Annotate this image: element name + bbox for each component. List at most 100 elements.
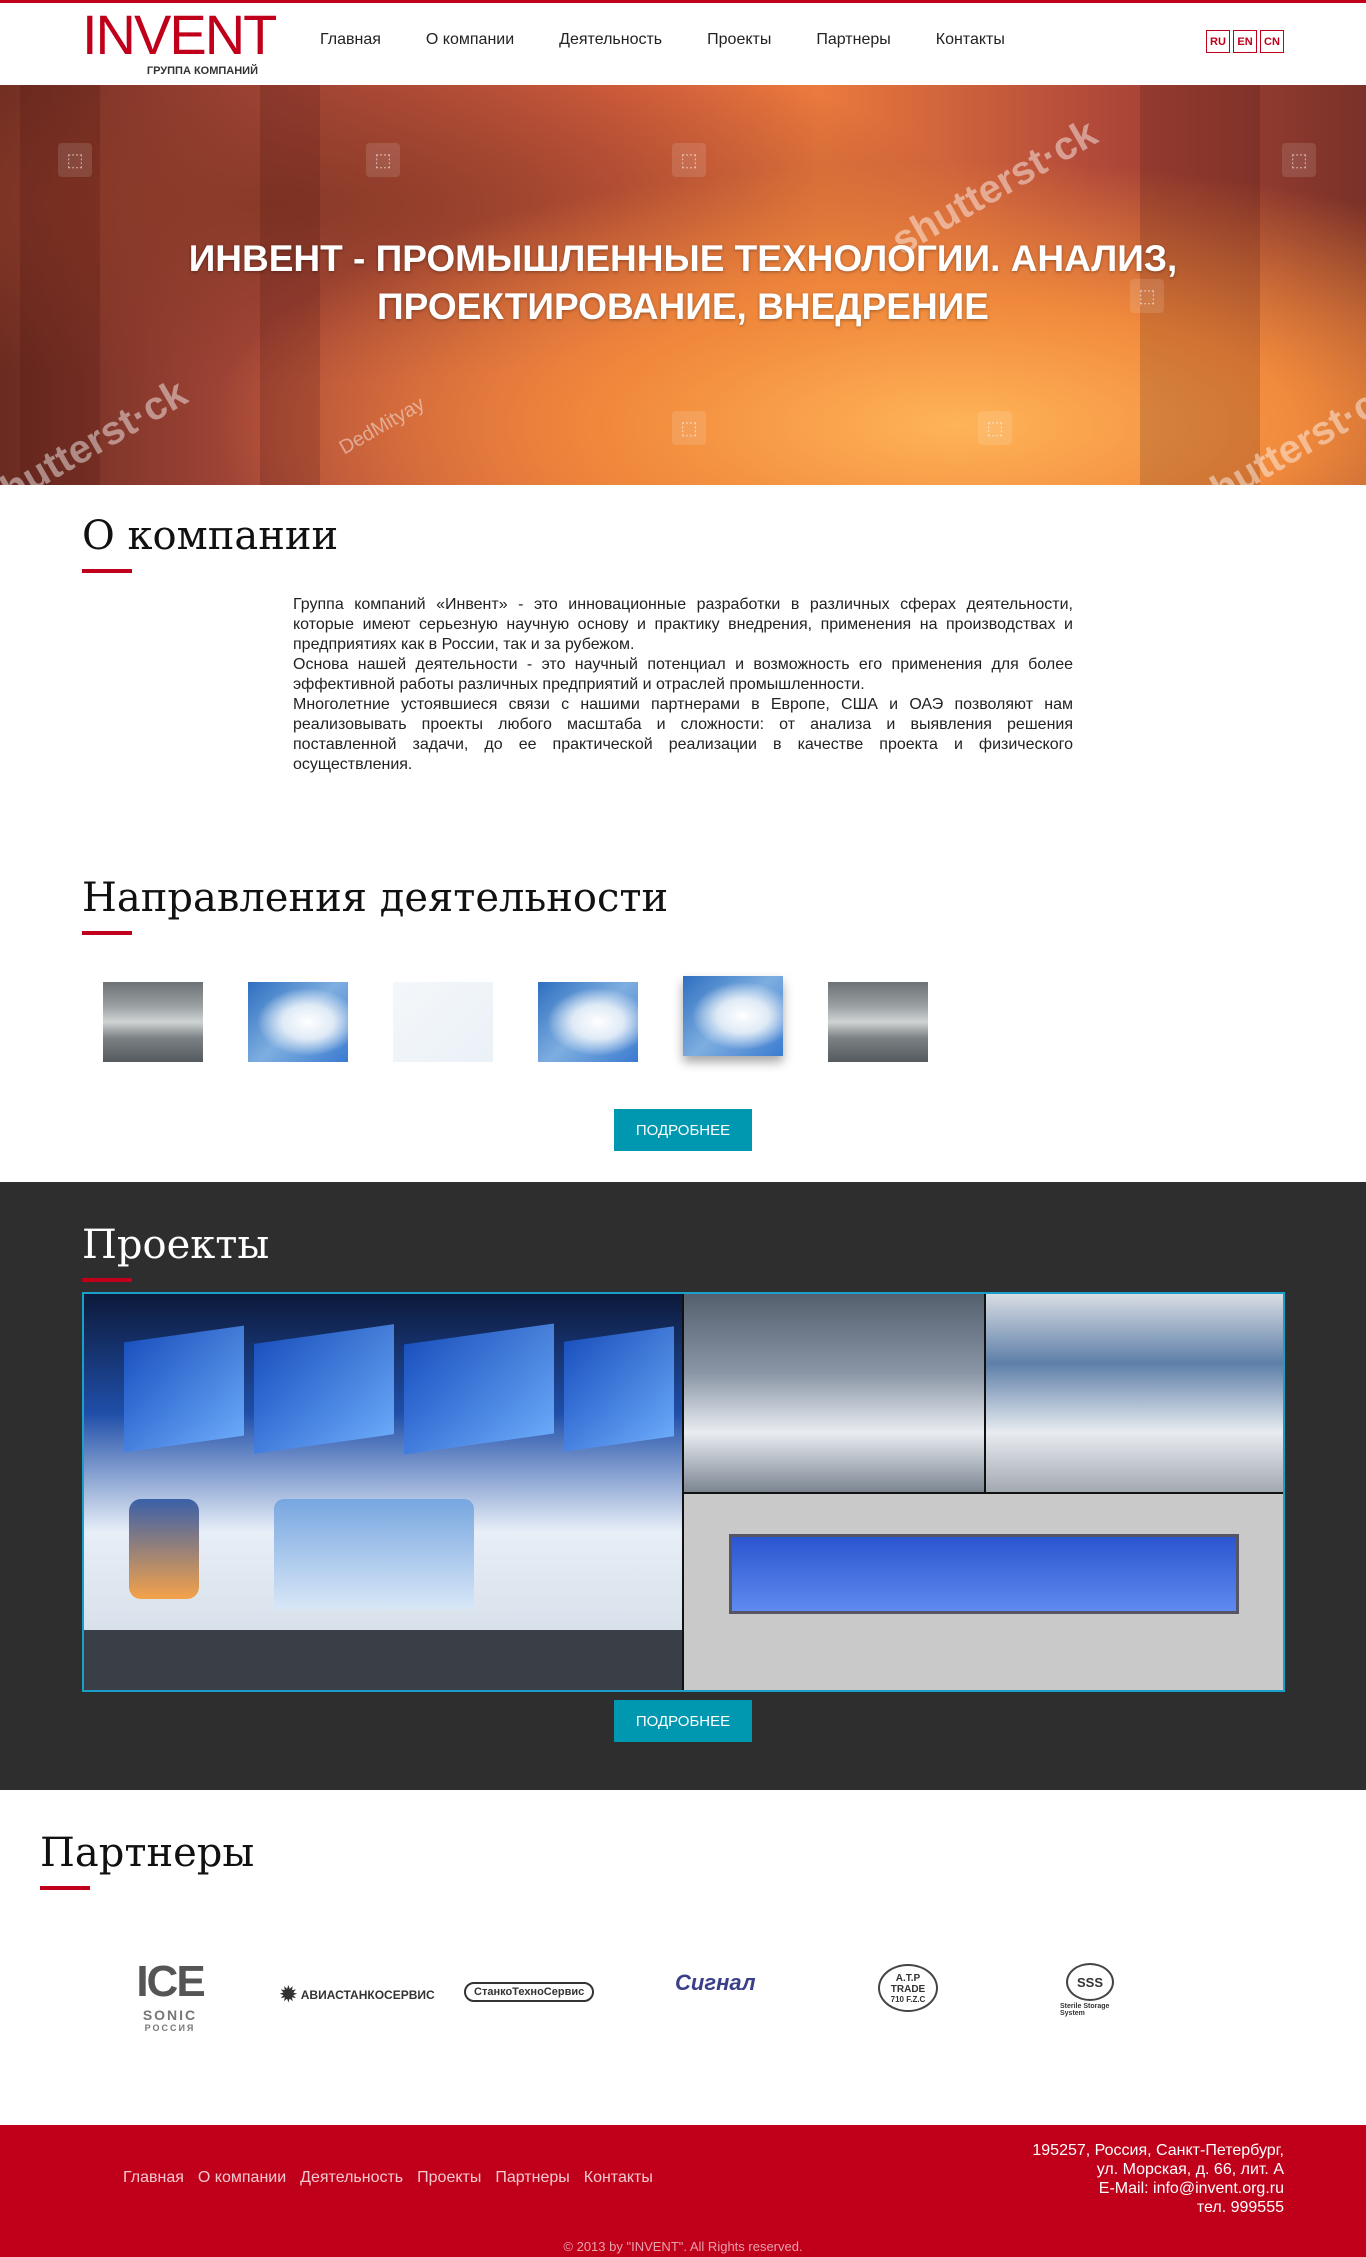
footer-nav: Главная О компании Деятельность Проекты … [123,2169,653,2187]
section-title: Партнеры [40,1830,255,1876]
footer-nav-contacts[interactable]: Контакты [584,2169,653,2187]
title-underline [82,1278,132,1282]
directions-section: Направления деятельности ПОДРОБНЕЕ [0,865,1366,1182]
partners-heading: Партнеры [40,1830,254,1890]
partner-logo-text: ICE [136,1957,205,2006]
directions-thumbnails [103,976,928,1062]
direction-thumbnail-active[interactable] [683,976,783,1056]
partner-logo-text: Сигнал [675,1970,756,1995]
booth-panel [124,1325,244,1453]
partner-logo-text: TRADE [890,1983,926,1995]
about-section: О компании Группа компаний «Инвент» - эт… [0,485,1366,865]
section-title: О компании [82,513,339,559]
project-image-thumb[interactable] [986,1294,1283,1492]
project-image-thumb[interactable] [684,1494,1283,1690]
nav-home[interactable]: Главная [320,31,381,49]
partner-logo-text: АВИАСТАНКОСЕРВИС [300,1987,435,2002]
section-title: Проекты [82,1222,270,1268]
footer-nav-activity[interactable]: Деятельность [300,2169,403,2187]
partner-logo-sss[interactable]: SSS Sterile Storage System [1060,1960,1120,2020]
partner-logo-text: A.T.P [895,1972,921,1984]
title-underline [40,1886,90,1890]
watermark-icon: ⬚ [672,143,706,177]
booth-panel [564,1326,674,1452]
partner-logo-ice-sonic[interactable]: ICE SONIC РОССИЯ [110,1940,230,2050]
watermark-icon: ⬚ [1282,143,1316,177]
copyright: © 2013 by "INVENT". All Rights reserved. [563,2239,803,2254]
about-text: Группа компаний «Инвент» - это инновацио… [293,595,1073,775]
partner-logos: ICE SONIC РОССИЯ ✹ АВИАСТАНКОСЕРВИС Стан… [110,1940,1210,2060]
watermark-author: DedMityay [335,392,429,460]
booth-panel [404,1323,554,1455]
logo-word: INVENT [82,3,277,66]
direction-thumbnail[interactable] [393,982,493,1062]
partner-logo-text: 710 F.Z.C [890,1994,926,2004]
about-paragraph: Многолетние устоявшиеся связи с нашими п… [293,696,1073,773]
main-nav: Главная О компании Деятельность Проекты … [320,31,1005,49]
partners-section: Партнеры ICE SONIC РОССИЯ ✹ АВИАСТАНКОСЕ… [0,1790,1366,2125]
hero-title-line-1: ИНВЕНТ - ПРОМЫШЛЕННЫЕ ТЕХНОЛОГИИ. АНАЛИЗ… [188,238,1178,279]
nav-projects[interactable]: Проекты [707,31,771,49]
logo-subtitle: ГРУППА КОМПАНИЙ [146,65,258,77]
watermark-icon: ⬚ [58,143,92,177]
direction-thumbnail[interactable] [828,982,928,1062]
language-switcher: RU EN CN [1206,30,1284,53]
booth-floor [84,1630,682,1690]
watermark-icon: ⬚ [366,143,400,177]
about-paragraph: Группа компаний «Инвент» - это инновацио… [293,596,1073,653]
about-heading: О компании [82,513,338,573]
title-underline [82,931,132,935]
site-header: INVENT ГРУППА КОМПАНИЙ Главная О компани… [0,3,1366,85]
site-footer: Главная О компании Деятельность Проекты … [0,2125,1366,2257]
projects-more-button[interactable]: ПОДРОБНЕЕ [614,1700,752,1742]
direction-thumbnail[interactable] [248,982,348,1062]
address-line: ул. Морская, д. 66, лит. А [1096,2161,1284,2178]
watermark-icon: ⬚ [978,411,1012,445]
title-underline [82,569,132,573]
booth-poster [129,1499,199,1599]
project-image-main[interactable] [84,1294,682,1690]
partner-logo-text: SSS [1066,1963,1114,2001]
footer-nav-partners[interactable]: Партнеры [495,2169,569,2187]
section-title: Направления деятельности [82,875,669,921]
nav-about[interactable]: О компании [426,31,514,49]
partner-logo-aviastankoservis[interactable]: ✹ АВИАСТАНКОСЕРВИС [280,1982,435,2007]
watermark-icon: ⬚ [672,411,706,445]
partner-logo-stankotehnoservis[interactable]: СтанкоТехноСервис [464,1982,595,2002]
about-paragraph: Основа нашей деятельности - это научный … [293,656,1073,693]
project-image-thumb[interactable] [684,1294,984,1492]
nav-contacts[interactable]: Контакты [936,31,1005,49]
partner-logo-atp-trade[interactable]: A.T.P TRADE 710 F.Z.C [878,1964,938,2012]
address-line: 195257, Россия, Санкт-Петербург, [1032,2142,1284,2159]
phone-line: тел. 999555 [1196,2199,1284,2216]
partner-logo-caption: Sterile Storage System [1060,2003,1110,2017]
hero-title-line-2: ПРОЕКТИРОВАНИЕ, ВНЕДРЕНИЕ [377,286,989,327]
booth-panel [254,1324,394,1454]
projects-gallery [82,1292,1285,1692]
footer-nav-about[interactable]: О компании [198,2169,286,2187]
partner-logo-text: SONIC [142,2007,198,2023]
direction-thumbnail[interactable] [538,982,638,1062]
lang-ru[interactable]: RU [1206,30,1230,53]
direction-thumbnail[interactable] [103,982,203,1062]
stage-drawing [729,1534,1239,1614]
directions-heading: Направления деятельности [82,875,668,935]
booth-banner [274,1499,474,1609]
partner-logo-text: СтанкоТехноСервис [474,1986,585,1998]
projects-section: Проекты ПОДРОБНЕЕ [0,1182,1366,1790]
nav-partners[interactable]: Партнеры [816,31,890,49]
email-line[interactable]: E-Mail: info@invent.org.ru [1032,2179,1284,2198]
logo[interactable]: INVENT ГРУППА КОМПАНИЙ [82,3,277,83]
nav-activity[interactable]: Деятельность [559,31,662,49]
lang-en[interactable]: EN [1233,30,1257,53]
footer-address: 195257, Россия, Санкт-Петербург, ул. Мор… [1032,2141,1284,2217]
hero-title: ИНВЕНТ - ПРОМЫШЛЕННЫЕ ТЕХНОЛОГИИ. АНАЛИЗ… [0,235,1366,331]
partner-logo-signal[interactable]: Сигнал [675,1970,756,1996]
lang-cn[interactable]: CN [1260,30,1284,53]
directions-more-button[interactable]: ПОДРОБНЕЕ [614,1109,752,1151]
footer-nav-home[interactable]: Главная [123,2169,184,2187]
partner-logo-text: РОССИЯ [144,2023,196,2033]
hero-banner: ⬚ ⬚ ⬚ ⬚ ⬚ ⬚ ⬚ shutterst·ck shutterst·ck … [0,85,1366,485]
footer-nav-projects[interactable]: Проекты [417,2169,481,2187]
sun-icon: ✹ [280,1984,297,2006]
